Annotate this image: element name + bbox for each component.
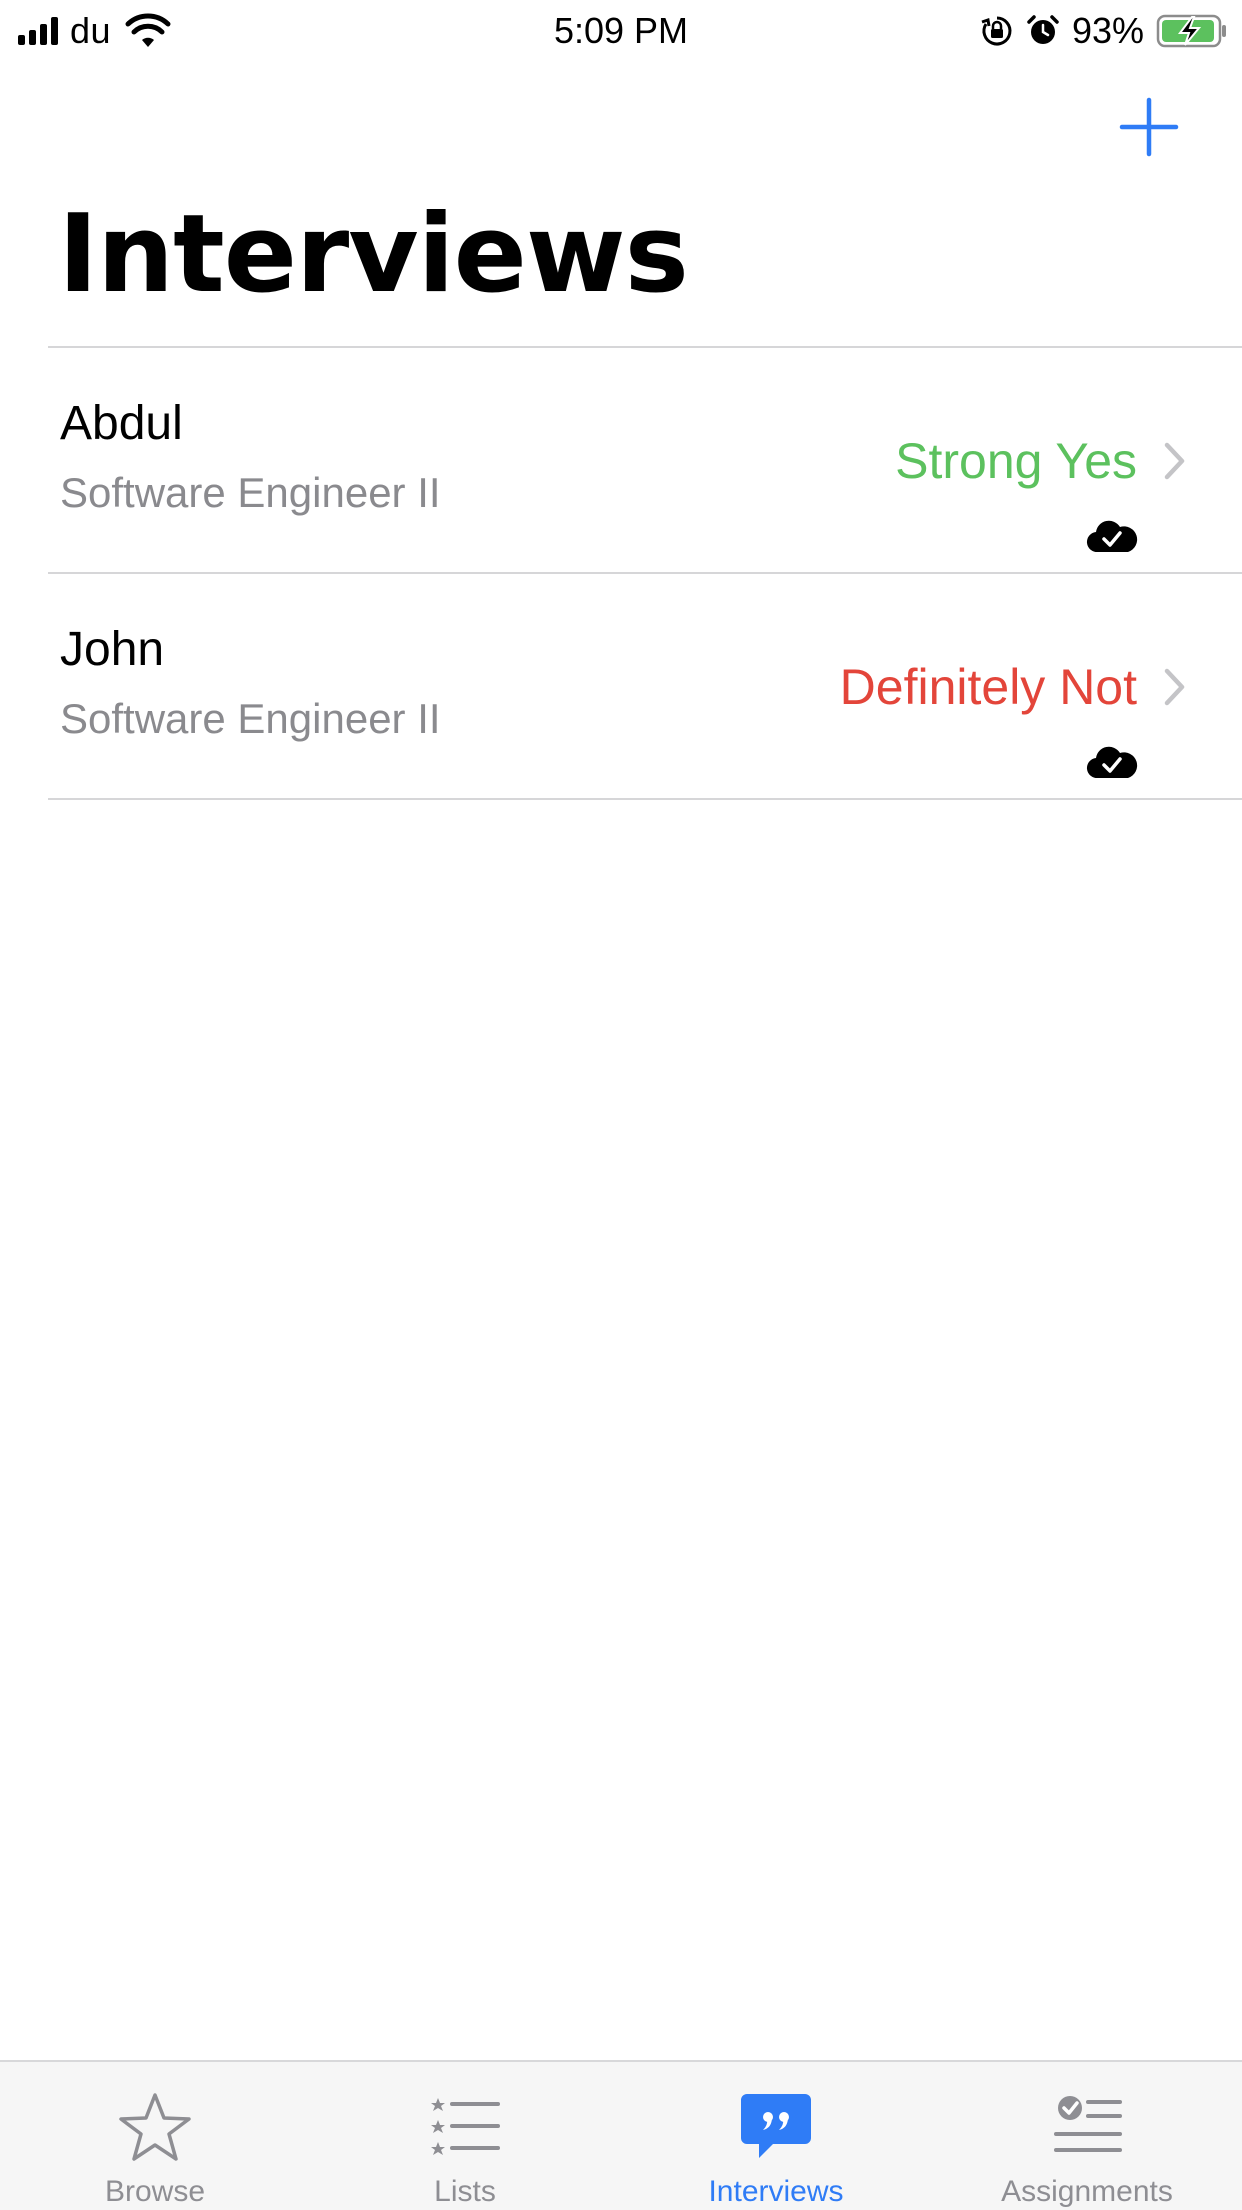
candidate-name: Abdul [60, 397, 183, 450]
candidate-name: John [60, 623, 165, 676]
tab-browse[interactable]: Browse [0, 2062, 310, 2210]
row-divider [48, 798, 1242, 800]
page-title: Interviews [58, 192, 689, 317]
chevron-right-icon [1164, 668, 1185, 706]
star-icon [119, 2093, 191, 2161]
tab-interviews[interactable]: Interviews [621, 2062, 931, 2210]
plus-icon [1119, 97, 1179, 157]
cloud-check-icon [1086, 746, 1138, 779]
alarm-icon [1027, 15, 1059, 44]
tab-label: Lists [434, 2175, 496, 2208]
tab-label: Interviews [708, 2175, 844, 2208]
add-interview-button[interactable] [1118, 96, 1180, 158]
interview-row[interactable]: John Software Engineer II Definitely Not [0, 574, 1242, 800]
status-bar-right: 93% [980, 10, 1228, 52]
verdict-label: Definitely Not [839, 659, 1137, 715]
tab-label: Browse [104, 2175, 206, 2208]
orientation-lock-icon [981, 16, 1012, 46]
checklist-icon [1054, 2096, 1122, 2152]
battery-charging-icon [1156, 14, 1226, 48]
status-bar: du 5:09 PM 93% [0, 0, 1242, 62]
tab-bar: Browse Lists Interviews Assignments [0, 2060, 1242, 2210]
tab-assignments[interactable]: Assignments [932, 2062, 1242, 2210]
interview-list: Abdul Software Engineer II Strong Yes Jo… [0, 348, 1242, 800]
chevron-right-icon [1164, 442, 1185, 480]
tab-lists[interactable]: Lists [310, 2062, 620, 2210]
verdict-label: Strong Yes [895, 433, 1137, 489]
list-icon [431, 2098, 500, 2155]
tab-label: Assignments [1001, 2175, 1173, 2208]
candidate-role: Software Engineer II [60, 695, 441, 742]
interview-row[interactable]: Abdul Software Engineer II Strong Yes [0, 348, 1242, 574]
candidate-role: Software Engineer II [60, 469, 441, 516]
quote-bubble-icon [741, 2094, 811, 2158]
cloud-check-icon [1086, 520, 1138, 553]
battery-percentage: 93% [1071, 10, 1144, 51]
